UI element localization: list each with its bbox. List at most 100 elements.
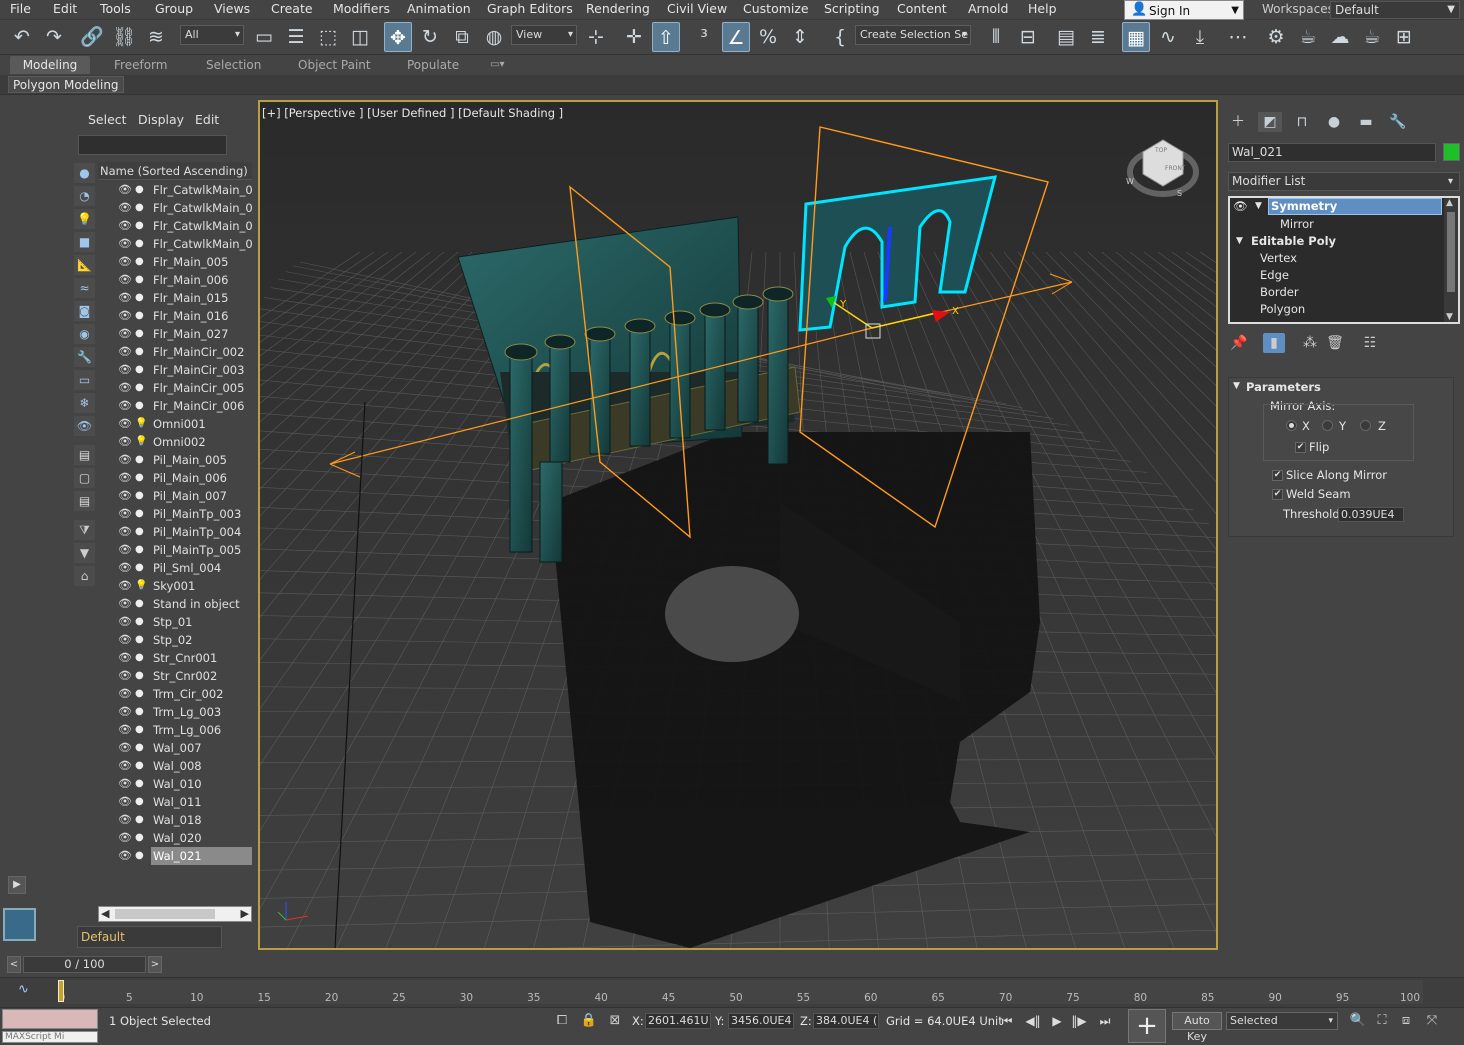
rotate-icon[interactable]: ↻: [416, 22, 444, 52]
scene-object-name[interactable]: Flr_Main_005: [151, 253, 252, 271]
scene-column-header[interactable]: Name (Sorted Ascending): [98, 162, 252, 180]
scroll-up-icon[interactable]: ▲: [1446, 198, 1453, 208]
menu-scripting[interactable]: Scripting: [824, 1, 880, 19]
scene-object-name[interactable]: Wal_010: [151, 775, 252, 793]
visibility-eye-icon[interactable]: 👁: [118, 181, 132, 199]
weld-seam-checkbox[interactable]: ✔: [1272, 489, 1283, 500]
current-layer-field[interactable]: Default: [77, 926, 222, 948]
scene-object-row[interactable]: 👁 ● Wal_018: [108, 811, 252, 829]
place-icon[interactable]: ◍: [480, 22, 508, 52]
scene-object-row[interactable]: 👁 ● Trm_Lg_003: [108, 703, 252, 721]
scene-object-row[interactable]: 👁 ● Stp_01: [108, 613, 252, 631]
object-dot-icon[interactable]: ●: [135, 595, 144, 613]
object-dot-icon[interactable]: ●: [135, 703, 144, 721]
visibility-eye-icon[interactable]: 👁: [118, 343, 132, 361]
menu-edit[interactable]: Edit: [53, 1, 77, 19]
visibility-eye-icon[interactable]: 👁: [118, 613, 132, 631]
display-invert-icon[interactable]: ▢: [74, 468, 95, 488]
scene-object-row[interactable]: 👁 ● Flr_MainCir_006: [108, 397, 252, 415]
create-tab-icon[interactable]: ＋: [1226, 112, 1250, 132]
menu-views[interactable]: Views: [214, 1, 250, 19]
visibility-eye-icon[interactable]: 👁: [118, 541, 132, 559]
visibility-eye-icon[interactable]: 👁: [118, 847, 132, 865]
display-containers-icon[interactable]: ▭: [74, 370, 95, 390]
modifier-editable-poly[interactable]: Editable Poly: [1251, 233, 1336, 250]
scene-object-name[interactable]: Wal_011: [151, 793, 252, 811]
pivot-center-icon[interactable]: ⊹: [582, 22, 610, 52]
menu-group[interactable]: Group: [155, 1, 193, 19]
previous-frame-icon[interactable]: ◀‖: [1022, 1011, 1044, 1031]
scene-object-name[interactable]: Pil_Main_007: [151, 487, 252, 505]
collapse-icon[interactable]: ▼: [1236, 233, 1243, 250]
scene-object-name[interactable]: Flr_CatwlkMain_010: [151, 235, 252, 253]
ribbon-options-icon[interactable]: ▭▾: [482, 56, 512, 74]
link-icon[interactable]: 🔗: [78, 22, 106, 52]
scene-object-name[interactable]: Wal_007: [151, 739, 252, 757]
visibility-eye-icon[interactable]: 👁: [118, 505, 132, 523]
scene-object-row[interactable]: 👁 ● Pil_Sml_004: [108, 559, 252, 577]
visibility-eye-icon[interactable]: 👁: [118, 235, 132, 253]
scene-object-row[interactable]: 👁 ● Str_Cnr001: [108, 649, 252, 667]
axis-x-radio[interactable]: [1286, 420, 1297, 431]
tab-object-paint[interactable]: Object Paint: [290, 56, 379, 74]
ref-coord-dropdown[interactable]: View: [511, 25, 577, 45]
visibility-eye-icon[interactable]: 👁: [118, 739, 132, 757]
scene-object-name[interactable]: Trm_Lg_006: [151, 721, 252, 739]
display-groups-icon[interactable]: ◙: [74, 301, 95, 321]
scene-object-row[interactable]: 👁 ● Wal_007: [108, 739, 252, 757]
object-dot-icon[interactable]: ●: [135, 505, 144, 523]
render-online-icon[interactable]: ⊞: [1390, 22, 1418, 52]
angle-snap-icon[interactable]: ∠: [722, 22, 750, 52]
object-dot-icon[interactable]: ●: [135, 289, 144, 307]
align-icon[interactable]: ⊟: [1014, 22, 1042, 52]
scene-object-name[interactable]: Pil_Main_005: [151, 451, 252, 469]
scene-object-row[interactable]: 👁 💡 Omni001: [108, 415, 252, 433]
scene-object-name[interactable]: Flr_MainCir_002: [151, 343, 252, 361]
scene-object-row[interactable]: 👁● Flr_CatwlkMain_003: [108, 181, 252, 199]
scene-object-name[interactable]: Wal_008: [151, 757, 252, 775]
render-production-icon[interactable]: ☕: [1358, 22, 1386, 52]
scene-object-name[interactable]: Omni001: [151, 415, 252, 433]
visibility-eye-icon[interactable]: 👁: [118, 523, 132, 541]
scene-object-name[interactable]: Wal_018: [151, 811, 252, 829]
mirror-icon[interactable]: ⫴: [982, 22, 1010, 52]
subobject-vertex[interactable]: Vertex: [1260, 250, 1297, 267]
stack-scrollbar[interactable]: ▲ ▼: [1444, 198, 1458, 322]
rendered-frame-icon[interactable]: ☁: [1326, 22, 1354, 52]
object-dot-icon[interactable]: ●: [135, 271, 144, 289]
visibility-eye-icon[interactable]: 👁: [118, 829, 132, 847]
scene-object-row[interactable]: 👁● Flr_CatwlkMain_004: [108, 199, 252, 217]
scene-object-row[interactable]: 👁 ● Pil_MainTp_005: [108, 541, 252, 559]
utilities-tab-icon[interactable]: 🔧: [1386, 112, 1410, 132]
modifier-mirror[interactable]: Mirror: [1280, 216, 1314, 233]
visibility-eye-icon[interactable]: 👁: [118, 217, 132, 235]
scene-object-name[interactable]: Flr_MainCir_003: [151, 361, 252, 379]
light-bulb-icon[interactable]: 💡: [135, 433, 147, 451]
light-bulb-icon[interactable]: 💡: [135, 415, 147, 433]
layer-explorer-icon[interactable]: ≣: [1084, 22, 1112, 52]
object-dot-icon[interactable]: ●: [135, 847, 144, 865]
visibility-eye-icon[interactable]: 👁: [118, 577, 132, 595]
collapse-icon[interactable]: ▼: [1255, 198, 1262, 215]
rect-selection-icon[interactable]: ⬚: [314, 22, 342, 52]
scene-search-input[interactable]: [78, 135, 227, 155]
filter-icon[interactable]: ▼: [74, 543, 95, 563]
time-cursor[interactable]: [58, 980, 64, 1002]
scene-object-row[interactable]: 👁● Flr_CatwlkMain_009: [108, 217, 252, 235]
auto-key-button[interactable]: Auto Key: [1172, 1012, 1222, 1043]
next-key-icon[interactable]: ‖▶: [1068, 1011, 1090, 1031]
modifier-symmetry[interactable]: Symmetry: [1271, 198, 1337, 215]
menu-graph-editors[interactable]: Graph Editors: [487, 1, 573, 19]
scene-object-name[interactable]: Pil_MainTp_003: [151, 505, 252, 523]
visibility-eye-icon[interactable]: 👁: [118, 469, 132, 487]
tab-modeling[interactable]: Modeling: [10, 56, 90, 74]
scene-object-row[interactable]: 👁 ● Flr_Main_005: [108, 253, 252, 271]
scene-object-name[interactable]: Flr_CatwlkMain_009: [151, 217, 252, 235]
scene-object-row[interactable]: 👁● Flr_CatwlkMain_010: [108, 235, 252, 253]
display-frozen-icon[interactable]: 👁: [74, 416, 95, 436]
scene-horizontal-scrollbar[interactable]: ◀ ▶: [98, 906, 252, 922]
light-bulb-icon[interactable]: 💡: [135, 577, 147, 595]
menu-rendering[interactable]: Rendering: [586, 1, 650, 19]
visibility-eye-icon[interactable]: 👁: [118, 253, 132, 271]
y-coord-field[interactable]: 3456.0UE4: [728, 1013, 794, 1029]
